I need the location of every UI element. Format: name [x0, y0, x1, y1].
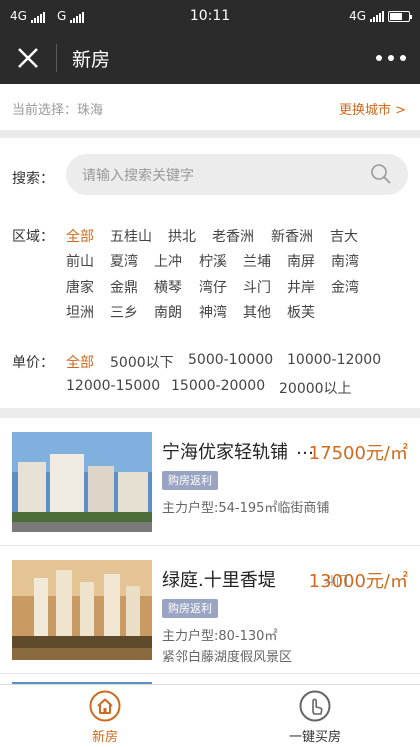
listing-thumbnail [12, 432, 152, 532]
price-option[interactable]: 全部 [66, 352, 94, 372]
nav-bar: 新房 [0, 32, 420, 84]
region-option[interactable]: 前山 [66, 251, 94, 271]
search-input[interactable]: 请输入搜索关键字 [66, 154, 408, 195]
change-city-link[interactable]: 更换城市 > [339, 99, 406, 118]
listing-card[interactable]: 宁海优家轻轨铺 … 17500元/㎡ 购房返利 主力户型:54-195㎡临街商铺 [0, 418, 420, 546]
price-option[interactable]: 10000-12000 [287, 352, 381, 368]
region-option[interactable]: 坦洲 [66, 302, 94, 322]
region-option[interactable]: 柠溪 [199, 251, 227, 271]
region-option[interactable]: 金湾 [331, 277, 359, 297]
current-city-label: 当前选择：珠海 [12, 103, 104, 118]
tab-label: 新房 [91, 730, 118, 745]
rebate-badge: 购房返利 [162, 599, 218, 618]
filter-panel: 搜索： 请输入搜索关键字 区域： 全部 五桂山 拱北 老香洲 新香洲 吉大 前山… [0, 138, 420, 408]
region-option[interactable]: 斗门 [243, 277, 271, 297]
region-option[interactable]: 唐家 [66, 277, 94, 297]
listing-price: 17500元/㎡ [308, 443, 408, 464]
nav-divider [56, 44, 57, 72]
rebate-badge: 购房返利 [162, 471, 218, 490]
price-option[interactable]: 5000-10000 [188, 352, 273, 368]
listing-feature: 紧邻白藤湖度假风景区 [162, 650, 293, 665]
region-option[interactable]: 老香洲 [212, 226, 254, 246]
close-icon[interactable] [14, 44, 42, 72]
more-icon[interactable] [376, 45, 406, 71]
listing-list: 宁海优家轻轨铺 … 17500元/㎡ 购房返利 主力户型:54-195㎡临街商铺… [0, 418, 420, 684]
city-row: 当前选择：珠海 更换城市 > [0, 84, 420, 130]
listing-unit-type: 主力户型:80-130㎡ [162, 629, 278, 644]
tab-label: 一键买房 [288, 730, 341, 745]
search-placeholder: 请输入搜索关键字 [82, 168, 194, 184]
tab-quick-buy[interactable]: 一键买房 [210, 685, 420, 747]
price-label: 单价： [12, 355, 54, 371]
price-option[interactable]: 12000-15000 [66, 378, 160, 394]
region-option[interactable]: 吉大 [330, 226, 358, 246]
search-label: 搜索： [12, 171, 54, 187]
listing-price: 13000元/㎡ [308, 571, 408, 592]
region-option[interactable]: 兰埔 [243, 251, 271, 271]
search-icon[interactable] [370, 163, 392, 185]
listing-unit-type: 主力户型:54-195㎡临街商铺 [162, 501, 330, 516]
region-option[interactable]: 全部 [66, 226, 94, 246]
tab-bar: 新房 一键买房 [0, 684, 420, 747]
price-option[interactable]: 5000以下 [110, 352, 174, 372]
region-option[interactable]: 神湾 [199, 302, 227, 322]
status-right: 4G [349, 9, 412, 23]
listing-name: 绿庭.十里香堤 [162, 570, 276, 591]
region-option[interactable]: 拱北 [168, 226, 196, 246]
region-option[interactable]: 夏湾 [110, 251, 138, 271]
region-option[interactable]: 新香洲 [271, 226, 313, 246]
status-bar: 4G G 10:11 4G [0, 0, 420, 32]
home-icon [89, 690, 121, 722]
region-option[interactable]: 湾仔 [199, 277, 227, 297]
region-option[interactable]: 井岸 [287, 277, 315, 297]
tab-new-homes[interactable]: 新房 [0, 685, 210, 747]
region-option[interactable]: 南屏 [287, 251, 315, 271]
battery-icon [388, 10, 412, 22]
listing-card[interactable]: 绿庭.十里香堤 斗门 13000元/㎡ 购房返利 主力户型:80-130㎡ 紧邻… [0, 546, 420, 674]
region-option[interactable]: 金鼎 [110, 277, 138, 297]
region-option[interactable]: 横琴 [154, 277, 182, 297]
network-label: 4G [349, 9, 366, 23]
tap-hand-icon [299, 690, 331, 722]
page-title: 新房 [72, 49, 111, 71]
region-option[interactable]: 板芙 [287, 302, 315, 322]
region-option[interactable]: 南湾 [331, 251, 359, 271]
region-option[interactable]: 五桂山 [110, 226, 152, 246]
listing-thumbnail [12, 560, 152, 660]
listing-name: 宁海优家轻轨铺 [162, 442, 288, 463]
region-label: 区域： [12, 229, 54, 245]
price-option[interactable]: 15000-20000 [171, 378, 265, 394]
region-option[interactable]: 三乡 [110, 302, 138, 322]
price-option[interactable]: 20000以上 [279, 378, 352, 398]
region-option[interactable]: 上冲 [154, 251, 182, 271]
signal-icon-3 [370, 10, 384, 22]
region-option[interactable]: 其他 [243, 302, 271, 322]
region-option[interactable]: 南朗 [154, 302, 182, 322]
